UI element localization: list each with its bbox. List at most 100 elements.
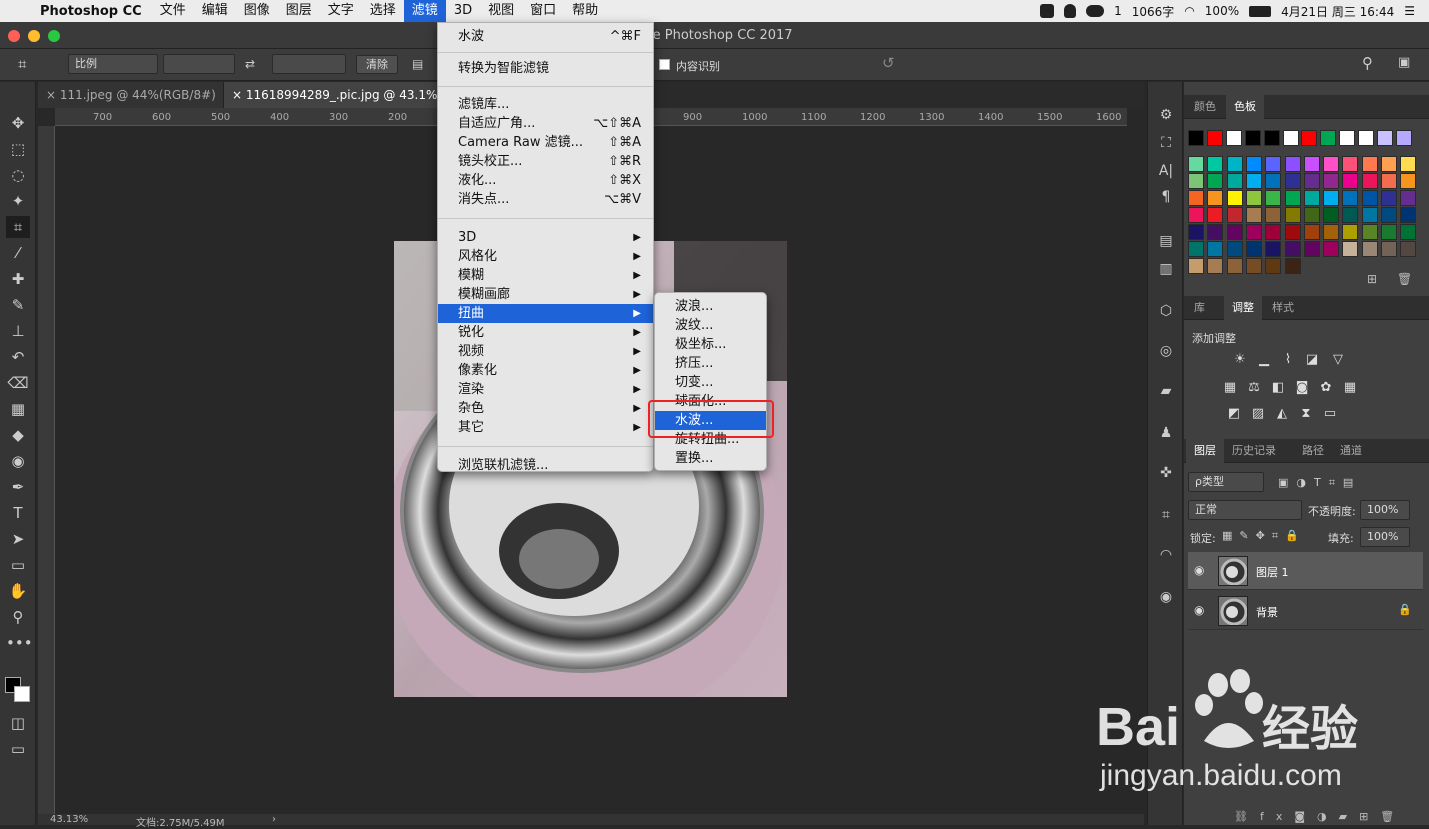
swatch[interactable]: [1320, 130, 1337, 146]
eraser-tool-icon[interactable]: ⌫: [6, 372, 30, 394]
gradient-map-icon[interactable]: ⧗: [1298, 406, 1314, 422]
swatch[interactable]: [1395, 130, 1412, 146]
tab-adjustments[interactable]: 调整: [1224, 296, 1262, 320]
swatch[interactable]: [1381, 224, 1397, 240]
height-field[interactable]: [272, 54, 346, 74]
swatch[interactable]: [1381, 190, 1397, 206]
swatch[interactable]: [1303, 224, 1320, 240]
healing-brush-icon[interactable]: ✚: [6, 268, 30, 290]
swatch[interactable]: [1361, 190, 1378, 206]
swatch[interactable]: [1342, 241, 1359, 257]
swatch[interactable]: [1245, 224, 1262, 240]
menu-item-camera-raw[interactable]: Camera Raw 滤镜... ⇧⌘A: [438, 133, 653, 152]
swatch[interactable]: [1188, 241, 1204, 257]
swatch[interactable]: [1342, 190, 1359, 206]
swatch[interactable]: [1284, 207, 1301, 223]
menu-file[interactable]: 文件: [152, 0, 194, 22]
swatch[interactable]: [1400, 156, 1417, 172]
swatch[interactable]: [1188, 156, 1204, 172]
tab-document-1[interactable]: × 111.jpeg @ 44%(RGB/8#): [38, 82, 224, 108]
menu-item-vanishing-point[interactable]: 消失点... ⌥⌘V: [438, 190, 653, 209]
zoom-level[interactable]: 43.13%: [50, 814, 88, 825]
swatch[interactable]: [1207, 241, 1224, 257]
menu-item-adaptive-wide[interactable]: 自适应广角... ⌥⇧⌘A: [438, 114, 653, 133]
content-aware-checkbox[interactable]: [659, 59, 670, 70]
menu-item-other[interactable]: 其它 ▶: [438, 418, 653, 437]
menu-list-icon[interactable]: ☰: [1404, 4, 1415, 18]
gradient-tool-icon[interactable]: ▦: [6, 398, 30, 420]
swatch[interactable]: [1303, 173, 1320, 189]
swatch[interactable]: [1265, 224, 1282, 240]
swatch[interactable]: [1226, 190, 1243, 206]
swatch[interactable]: [1188, 130, 1204, 146]
clock[interactable]: 4月21日 周三 16:44: [1281, 3, 1394, 20]
character-icon[interactable]: A|: [1155, 160, 1177, 182]
swatch[interactable]: [1245, 241, 1262, 257]
menu-select[interactable]: 选择: [362, 0, 404, 22]
layer-name[interactable]: 图层 1: [1256, 564, 1289, 580]
color-balance-icon[interactable]: ⚖: [1246, 380, 1262, 396]
swatch[interactable]: [1361, 173, 1378, 189]
crop-icon[interactable]: ⌗: [1155, 504, 1177, 526]
layer-filter-icons[interactable]: ▣◑T⌗▤: [1278, 476, 1361, 490]
properties-icon[interactable]: ⛶: [1155, 132, 1177, 154]
crop-tool-icon[interactable]: ⌗: [6, 216, 30, 238]
sponge-tool-icon[interactable]: ◉: [6, 450, 30, 472]
swatch[interactable]: [1265, 173, 1282, 189]
swatch[interactable]: [1245, 207, 1262, 223]
swatch[interactable]: [1188, 224, 1204, 240]
stamp-tool-icon[interactable]: ⊥: [6, 320, 30, 342]
menu-item-browse-online[interactable]: 浏览联机滤镜...: [438, 456, 653, 475]
menu-item-blur[interactable]: 模糊 ▶: [438, 266, 653, 285]
swatch[interactable]: [1381, 241, 1397, 257]
swatch[interactable]: [1265, 207, 1282, 223]
layer-row[interactable]: ◉ 背景 🔒: [1188, 592, 1423, 630]
curves-icon[interactable]: ⌇: [1280, 352, 1296, 368]
submenu-item-wave[interactable]: 波浪...: [655, 297, 766, 316]
swatch[interactable]: [1323, 190, 1340, 206]
swatch[interactable]: [1323, 173, 1340, 189]
opacity-field[interactable]: 100%: [1360, 500, 1410, 520]
swatch[interactable]: [1226, 207, 1243, 223]
swatch[interactable]: [1207, 258, 1224, 274]
menu-3d[interactable]: 3D: [446, 0, 480, 22]
swatch[interactable]: [1342, 207, 1359, 223]
qq-icon[interactable]: [1064, 4, 1077, 18]
color-lookup-icon[interactable]: ▦: [1342, 380, 1358, 396]
menu-window[interactable]: 窗口: [522, 0, 564, 22]
background-color[interactable]: [14, 686, 30, 702]
swatch[interactable]: [1323, 207, 1340, 223]
reset-icon[interactable]: ↺: [882, 54, 895, 72]
swatch[interactable]: [1245, 190, 1262, 206]
swatch[interactable]: [1303, 241, 1320, 257]
swatch[interactable]: [1265, 241, 1282, 257]
menu-help[interactable]: 帮助: [564, 0, 606, 22]
tab-styles[interactable]: 样式: [1264, 296, 1302, 320]
menu-item-render[interactable]: 渲染 ▶: [438, 380, 653, 399]
submenu-item-shear[interactable]: 切变...: [655, 373, 766, 392]
search-icon[interactable]: ⚲: [1362, 54, 1373, 72]
magic-wand-icon[interactable]: ✦: [6, 190, 30, 212]
swatch[interactable]: [1245, 156, 1262, 172]
swatch[interactable]: [1339, 130, 1356, 146]
menu-type[interactable]: 文字: [320, 0, 362, 22]
layer-name[interactable]: 背景: [1256, 604, 1278, 620]
history-icon[interactable]: ⚙: [1155, 104, 1177, 126]
swatch[interactable]: [1244, 130, 1261, 146]
swatch[interactable]: [1226, 224, 1243, 240]
shape-tool-icon[interactable]: ▭: [6, 554, 30, 576]
swatch[interactable]: [1381, 156, 1397, 172]
tab-document-2[interactable]: × 11618994289_.pic.jpg @ 43.1% (I: [224, 82, 454, 108]
menu-layer[interactable]: 图层: [278, 0, 320, 22]
submenu-item-polar[interactable]: 极坐标...: [655, 335, 766, 354]
swatch[interactable]: [1323, 241, 1340, 257]
width-field[interactable]: [163, 54, 235, 74]
swatch[interactable]: [1207, 173, 1224, 189]
swatch[interactable]: [1188, 258, 1204, 274]
menu-item-blur-gallery[interactable]: 模糊画廊 ▶: [438, 285, 653, 304]
menu-filter[interactable]: 滤镜: [403, 0, 446, 22]
swatch[interactable]: [1342, 156, 1359, 172]
wechat-icon[interactable]: [1086, 5, 1105, 17]
layer-row[interactable]: ◉ 图层 1: [1188, 552, 1423, 590]
swatch[interactable]: [1225, 130, 1242, 146]
